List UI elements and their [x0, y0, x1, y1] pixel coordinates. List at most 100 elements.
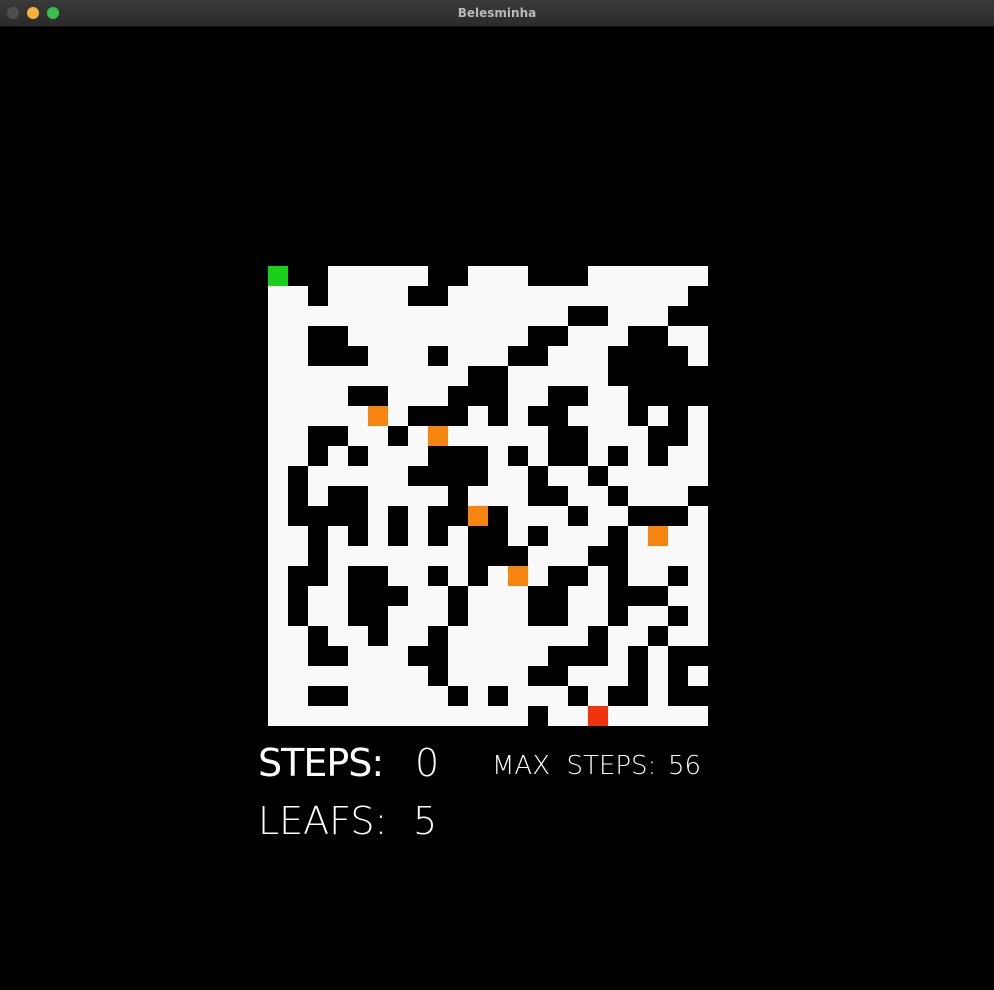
title-bar[interactable]: Belesminha — [0, 0, 994, 27]
maze-wall — [668, 646, 688, 666]
maze-wall — [668, 346, 688, 366]
maze-wall — [468, 526, 488, 546]
maze-wall — [368, 566, 388, 586]
maze-wall — [348, 566, 368, 586]
maze-wall — [628, 406, 648, 426]
maze-wall — [328, 646, 348, 666]
maze-wall — [368, 606, 388, 626]
maze-wall — [428, 506, 448, 526]
maze-wall — [288, 566, 308, 586]
maze-wall — [428, 666, 448, 686]
maze-wall — [328, 686, 348, 706]
maze-wall — [368, 626, 388, 646]
maze-wall — [648, 446, 668, 466]
maze-wall — [348, 486, 368, 506]
maze-wall — [648, 386, 668, 406]
maze-wall — [588, 546, 608, 566]
maze-wall — [628, 386, 648, 406]
maze-wall — [568, 266, 588, 286]
maze-wall — [488, 686, 508, 706]
maze-wall — [468, 546, 488, 566]
maze-wall — [648, 346, 668, 366]
maze-wall — [368, 386, 388, 406]
maze-board — [268, 266, 708, 726]
maze-wall — [508, 446, 528, 466]
maze-wall — [328, 426, 348, 446]
maze-wall — [668, 386, 688, 406]
maze-wall — [448, 486, 468, 506]
leaf-tile — [428, 426, 448, 446]
maze-wall — [568, 446, 588, 466]
maze-wall — [388, 526, 408, 546]
maze-wall — [348, 346, 368, 366]
maze-wall — [468, 466, 488, 486]
maze-wall — [568, 646, 588, 666]
maze-wall — [668, 306, 688, 326]
player-tile — [268, 266, 288, 286]
maze-wall — [588, 646, 608, 666]
maze-wall — [548, 266, 568, 286]
steps-value: 0 — [415, 741, 440, 785]
maze-wall — [328, 346, 348, 366]
maze-wall — [608, 366, 628, 386]
maze-wall — [308, 446, 328, 466]
maze-wall — [668, 506, 688, 526]
maze-wall — [548, 446, 568, 466]
maze-wall — [608, 346, 628, 366]
maze-wall — [568, 386, 588, 406]
maze-wall — [608, 606, 628, 626]
goal-tile — [588, 706, 608, 726]
maze-wall — [648, 506, 668, 526]
maze-wall — [488, 506, 508, 526]
maze-wall — [628, 586, 648, 606]
maze-wall — [528, 526, 548, 546]
maze-wall — [688, 366, 708, 386]
maze-wall — [548, 606, 568, 626]
maze-wall — [648, 626, 668, 646]
maze-wall — [508, 546, 528, 566]
max-steps-label: MAX STEPS: — [492, 751, 657, 781]
maze-wall — [548, 426, 568, 446]
maze-wall — [428, 346, 448, 366]
maze-wall — [548, 326, 568, 346]
maze-wall — [308, 286, 328, 306]
maze-wall — [528, 586, 548, 606]
maze-wall — [528, 666, 548, 686]
maze-wall — [448, 266, 468, 286]
maze-wall — [628, 366, 648, 386]
maze-wall — [308, 566, 328, 586]
maze-wall — [688, 686, 708, 706]
maze-wall — [448, 586, 468, 606]
maze-wall — [428, 646, 448, 666]
maze-wall — [508, 346, 528, 366]
maze-wall — [428, 286, 448, 306]
maze-wall — [308, 266, 328, 286]
maze-wall — [548, 386, 568, 406]
leafs-value: 5 — [413, 799, 438, 843]
maze-wall — [648, 426, 668, 446]
maze-wall — [428, 526, 448, 546]
maze-wall — [468, 386, 488, 406]
maze-wall — [308, 326, 328, 346]
maze-wall — [608, 526, 628, 546]
max-steps-value: 56 — [668, 751, 702, 781]
maze-wall — [648, 366, 668, 386]
maze-wall — [528, 486, 548, 506]
maze-wall — [548, 586, 568, 606]
maze-wall — [388, 506, 408, 526]
maze-wall — [348, 586, 368, 606]
maze-wall — [668, 666, 688, 686]
leaf-tile — [508, 566, 528, 586]
maze-wall — [548, 666, 568, 686]
maze-wall — [608, 486, 628, 506]
maze-wall — [288, 486, 308, 506]
maze-wall — [388, 586, 408, 606]
maze-wall — [408, 406, 428, 426]
maze-wall — [428, 266, 448, 286]
maze-wall — [488, 546, 508, 566]
maze-wall — [648, 326, 668, 346]
maze-wall — [628, 686, 648, 706]
maze-wall — [548, 406, 568, 426]
maze-wall — [628, 506, 648, 526]
maze-wall — [488, 366, 508, 386]
